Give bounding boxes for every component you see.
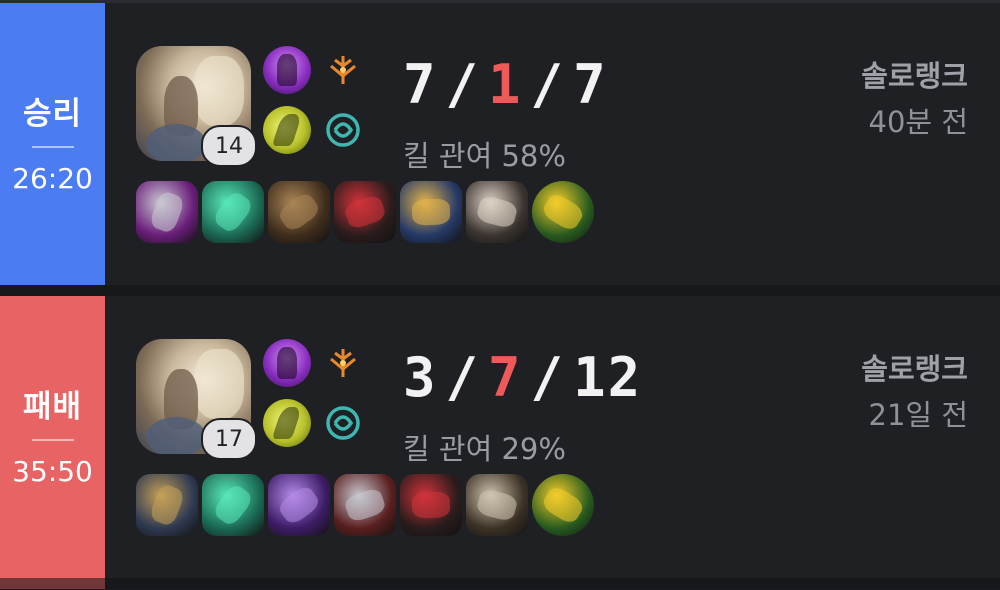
deaths-value: 1 — [488, 53, 523, 116]
potion-item-icon[interactable] — [202, 181, 264, 243]
assists-value: 7 — [573, 53, 608, 116]
kda-separator: / — [445, 53, 481, 116]
armor-item-icon[interactable] — [466, 181, 528, 243]
kda-separator: / — [445, 346, 481, 409]
ghost-spell-icon[interactable] — [263, 46, 311, 94]
match-duration: 35:50 — [12, 454, 93, 488]
champion-level-badge: 17 — [201, 418, 257, 460]
match-card[interactable]: 패배 35:50 17 3/7/12 킬 관여 29% 솔로랭크 21일 전 — [0, 296, 1000, 578]
result-divider — [31, 438, 74, 441]
sword-item-icon[interactable] — [268, 474, 330, 536]
precision-keystone-icon[interactable] — [321, 341, 365, 385]
match-details: 17 3/7/12 킬 관여 29% 솔로랭크 21일 전 — [105, 296, 1000, 578]
ghost-spell-icon[interactable] — [263, 339, 311, 387]
black-cleaver-item-icon[interactable] — [334, 181, 396, 243]
kda-score: 7/1/7 — [403, 53, 608, 116]
sorcery-secondary-icon[interactable] — [321, 108, 365, 152]
oracle-lens-trinket-icon[interactable] — [532, 181, 594, 243]
ignite-spell-icon[interactable] — [263, 399, 311, 447]
match-separator — [0, 578, 1000, 589]
kda-separator: / — [530, 346, 566, 409]
match-result-label: 승리 — [22, 95, 83, 132]
champion-level-badge: 14 — [201, 125, 257, 167]
dagger-item-icon[interactable] — [136, 181, 198, 243]
kills-value: 3 — [403, 346, 438, 409]
match-result-label: 패배 — [22, 388, 83, 425]
deaths-value: 7 — [488, 346, 523, 409]
match-separator — [0, 285, 1000, 296]
match-result-panel: 승리 26:20 — [0, 3, 105, 285]
kda-score: 3/7/12 — [403, 346, 642, 409]
black-cleaver-item-icon[interactable] — [400, 474, 462, 536]
hammer-item-icon[interactable] — [466, 474, 528, 536]
match-details: 14 7/1/7 킬 관여 58% 솔로랭크 40분 전 — [105, 3, 1000, 285]
potion-item-icon[interactable] — [202, 474, 264, 536]
match-duration: 26:20 — [12, 161, 93, 195]
oracle-lens-trinket-icon[interactable] — [532, 474, 594, 536]
kill-participation: 킬 관여 58% — [403, 139, 566, 173]
result-divider — [31, 145, 74, 148]
match-card[interactable]: 승리 26:20 14 7/1/7 킬 관여 58% 솔로랭크 40분 전 — [0, 3, 1000, 285]
drill-item-icon[interactable] — [136, 474, 198, 536]
item-build — [136, 181, 594, 243]
assists-value: 12 — [573, 346, 643, 409]
ignite-spell-icon[interactable] — [263, 106, 311, 154]
time-ago: 21일 전 — [868, 398, 968, 432]
match-result-panel: 패배 35:50 — [0, 296, 105, 578]
boots-item-icon[interactable] — [268, 181, 330, 243]
sorcery-secondary-icon[interactable] — [321, 401, 365, 445]
item-build — [136, 474, 594, 536]
kda-separator: / — [530, 53, 566, 116]
kills-value: 7 — [403, 53, 438, 116]
time-ago: 40분 전 — [868, 105, 968, 139]
kill-participation: 킬 관여 29% — [403, 432, 566, 466]
steel-boots-item-icon[interactable] — [334, 474, 396, 536]
spear-item-icon[interactable] — [400, 181, 462, 243]
precision-keystone-icon[interactable] — [321, 48, 365, 92]
queue-type: 솔로랭크 — [861, 59, 968, 93]
queue-type: 솔로랭크 — [861, 352, 968, 386]
